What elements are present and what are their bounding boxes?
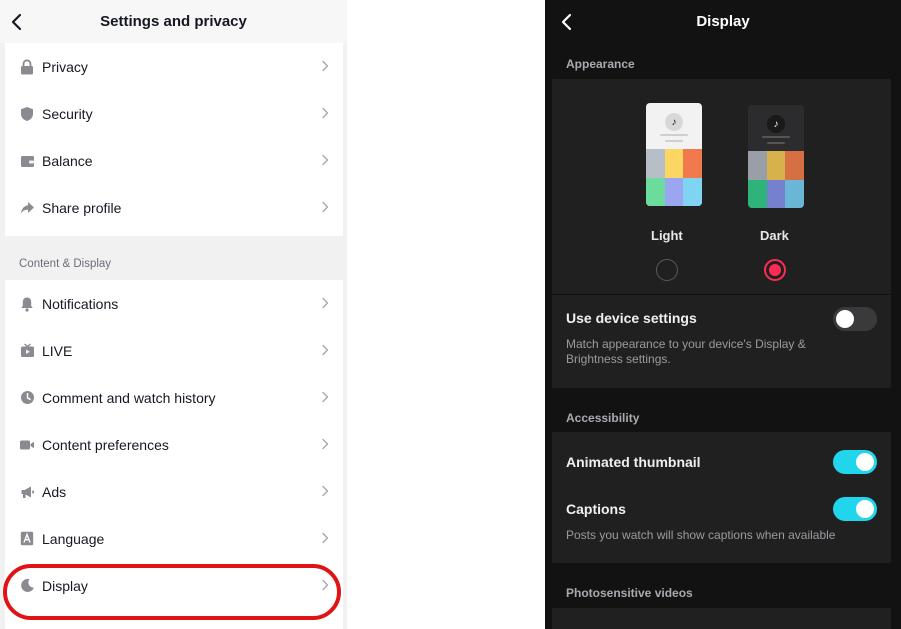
- lock-icon: [19, 58, 35, 75]
- settings-item-display[interactable]: Display: [5, 562, 343, 609]
- shield-icon: [19, 106, 35, 122]
- settings-item-ads[interactable]: Ads: [5, 468, 343, 515]
- settings-item-label: Ads: [42, 483, 67, 500]
- animated-thumbnail-title: Animated thumbnail: [566, 454, 701, 470]
- settings-item-content-preferences[interactable]: Content preferences: [5, 421, 343, 468]
- settings-item-label: Display: [42, 577, 88, 594]
- tiktok-logo-icon: ♪: [665, 113, 683, 131]
- display-settings-panel: Display Appearance ♪ ♪ Light Dark Use de…: [545, 0, 901, 629]
- preview-line: [762, 136, 790, 138]
- megaphone-icon: [19, 484, 35, 500]
- use-device-settings-toggle[interactable]: [833, 307, 877, 331]
- tiktok-logo-icon: ♪: [767, 115, 785, 133]
- settings-item-privacy[interactable]: Privacy: [5, 43, 343, 90]
- settings-item-language[interactable]: Language: [5, 515, 343, 562]
- settings-item-label: LIVE: [42, 342, 73, 359]
- page-title: Settings and privacy: [100, 13, 247, 30]
- preview-thumbnail: [683, 149, 702, 178]
- section-label-content-display: Content & Display: [19, 258, 112, 270]
- light-radio[interactable]: [656, 259, 678, 281]
- preview-thumbnail: [646, 149, 665, 178]
- settings-item-label: Content preferences: [42, 436, 169, 453]
- page-title: Display: [696, 13, 750, 30]
- dark-theme-preview[interactable]: ♪: [748, 105, 804, 208]
- left-header: Settings and privacy: [0, 0, 347, 43]
- live-tv-icon: [19, 343, 35, 359]
- settings-item-label: Privacy: [42, 58, 88, 75]
- accessibility-card: Animated thumbnail Captions Posts you wa…: [552, 432, 891, 563]
- toggle-knob: [856, 500, 874, 518]
- settings-item-label: Language: [42, 530, 105, 547]
- chevron-right-icon: [322, 154, 329, 166]
- wallet-icon: [19, 153, 35, 169]
- account-settings-card: Privacy Security Balance Share profile: [5, 43, 343, 236]
- settings-item-balance[interactable]: Balance: [5, 137, 343, 184]
- settings-item-live[interactable]: LIVE: [5, 327, 343, 374]
- dark-radio[interactable]: [764, 259, 786, 281]
- chevron-right-icon: [322, 107, 329, 119]
- preview-thumbnail: [646, 177, 665, 206]
- use-device-settings-description: Match appearance to your device's Displa…: [566, 337, 806, 366]
- photosensitive-card: [552, 608, 891, 629]
- bell-icon: [19, 296, 35, 312]
- preview-thumbnail: [766, 179, 786, 208]
- settings-item-security[interactable]: Security: [5, 90, 343, 137]
- preview-thumbnail-grid: [748, 151, 804, 208]
- preview-thumbnail: [683, 177, 702, 206]
- dark-label: Dark: [760, 228, 789, 243]
- settings-item-label: Balance: [42, 152, 93, 169]
- preview-thumbnail: [766, 151, 786, 180]
- animated-thumbnail-toggle[interactable]: [833, 450, 877, 474]
- clock-icon: [19, 390, 35, 406]
- preview-thumbnail: [785, 151, 804, 180]
- chevron-right-icon: [322, 485, 329, 497]
- settings-item-notifications[interactable]: Notifications: [5, 280, 343, 327]
- settings-item-label: Comment and watch history: [42, 389, 216, 406]
- use-device-settings-title: Use device settings: [566, 310, 697, 326]
- section-label-accessibility: Accessibility: [566, 411, 640, 425]
- chevron-right-icon: [322, 579, 329, 591]
- light-label: Light: [651, 228, 683, 243]
- section-label-photosensitive: Photosensitive videos: [566, 586, 693, 600]
- chevron-right-icon: [322, 532, 329, 544]
- share-icon: [19, 200, 35, 216]
- chevron-right-icon: [322, 391, 329, 403]
- preview-thumbnail: [664, 177, 684, 206]
- settings-item-share-profile[interactable]: Share profile: [5, 184, 343, 231]
- settings-item-label: Notifications: [42, 295, 119, 312]
- settings-item-label: Security: [42, 105, 93, 122]
- captions-title: Captions: [566, 501, 626, 517]
- light-theme-preview[interactable]: ♪: [646, 103, 702, 206]
- toggle-knob: [836, 310, 854, 328]
- language-icon: [19, 531, 35, 547]
- chevron-right-icon: [322, 60, 329, 72]
- chevron-right-icon: [322, 297, 329, 309]
- section-label-appearance: Appearance: [566, 57, 635, 71]
- content-display-card: Notifications LIVE Comment and watch histo…: [5, 280, 343, 629]
- preview-thumbnail: [748, 151, 767, 180]
- settings-item-comment-and-watch-history[interactable]: Comment and watch history: [5, 374, 343, 421]
- captions-toggle[interactable]: [833, 497, 877, 521]
- preview-line: [767, 142, 785, 144]
- preview-thumbnail: [664, 149, 684, 178]
- chevron-right-icon: [322, 344, 329, 356]
- divider: [552, 294, 891, 295]
- captions-description: Posts you watch will show captions when …: [566, 528, 836, 542]
- settings-item-label: Share profile: [42, 199, 122, 216]
- preview-line: [660, 134, 688, 136]
- chevron-right-icon: [322, 438, 329, 450]
- appearance-card: ♪ ♪ Light Dark Use device settings Match…: [552, 79, 891, 388]
- settings-privacy-panel: Settings and privacy Privacy Security Bala…: [0, 0, 347, 629]
- preview-thumbnail-grid: [646, 149, 702, 206]
- preview-thumbnail: [785, 179, 804, 208]
- chevron-right-icon: [322, 201, 329, 213]
- video-camera-icon: [19, 437, 35, 453]
- preview-thumbnail: [748, 179, 767, 208]
- moon-icon: [19, 578, 35, 594]
- preview-line: [665, 140, 683, 142]
- toggle-knob: [856, 453, 874, 471]
